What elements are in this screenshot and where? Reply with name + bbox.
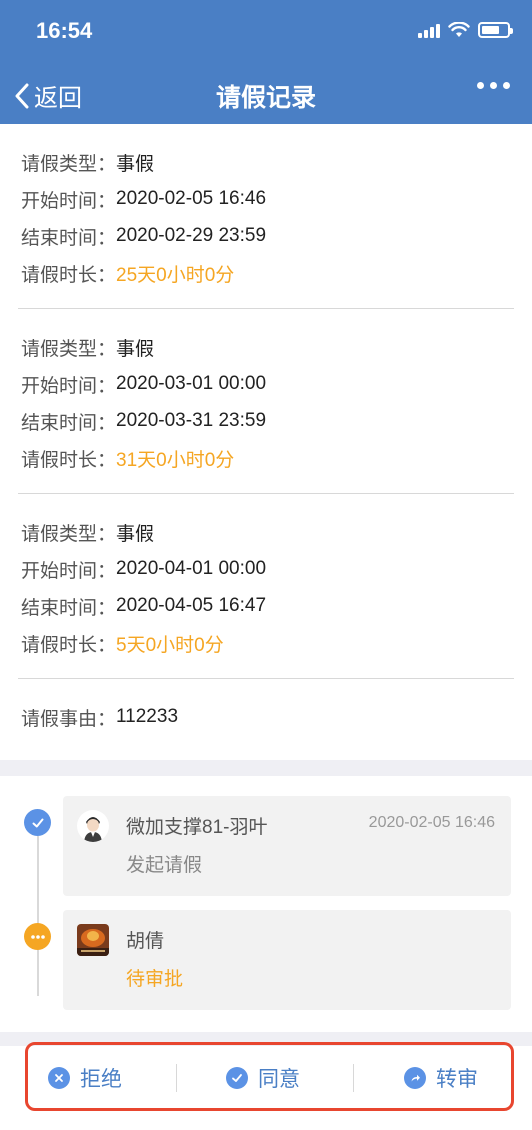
transfer-button[interactable]: 转审: [404, 1062, 478, 1094]
duration-row: 请假时长： 5天0小时0分: [21, 629, 224, 657]
reject-button[interactable]: 拒绝: [48, 1062, 122, 1094]
timeline-status: 待审批: [126, 969, 184, 990]
leave-record: 请假类型： 事假 开始时间： 2020-04-01 00:00 结束时间： 2020-…: [0, 494, 532, 679]
more-options-icon[interactable]: [477, 82, 510, 89]
duration-value: 5天0小时0分: [116, 634, 224, 656]
reason-row: 请假事由： 112233: [21, 703, 178, 731]
end-time-label: 结束时间：: [21, 597, 117, 619]
forward-icon: [404, 1067, 426, 1089]
leave-record: 请假类型： 事假 开始时间： 2020-03-01 00:00 结束时间： 2020-…: [0, 309, 532, 494]
start-time-row: 开始时间： 2020-03-01 00:00: [21, 370, 266, 398]
divider: [353, 1064, 354, 1092]
timeline-connector: [37, 836, 39, 996]
duration-value: 31天0小时0分: [116, 449, 235, 471]
end-time-value: 2020-03-31 23:59: [116, 410, 267, 431]
wifi-icon: [448, 22, 470, 37]
status-icons: [418, 22, 513, 38]
leave-type-row: 请假类型： 事假: [21, 148, 154, 176]
reason-label: 请假事由：: [21, 708, 117, 730]
start-time-row: 开始时间： 2020-02-05 16:46: [21, 185, 266, 213]
leave-type-row: 请假类型： 事假: [21, 518, 154, 546]
timeline-item: 微加支撑81-羽叶 2020-02-05 16:46 发起请假: [63, 796, 511, 896]
start-time-value: 2020-03-01 00:00: [116, 373, 267, 394]
start-time-label: 开始时间：: [21, 190, 117, 212]
status-bar: 16:54: [0, 0, 532, 62]
timeline-timestamp: 2020-02-05 16:46: [368, 814, 495, 831]
divider: [18, 678, 514, 679]
start-time-label: 开始时间：: [21, 560, 117, 582]
leave-type-row: 请假类型： 事假: [21, 333, 154, 361]
duration-label: 请假时长：: [21, 634, 117, 656]
end-time-label: 结束时间：: [21, 412, 117, 434]
app-header: 16:54 返回 请假记录: [0, 0, 532, 124]
leave-type-label: 请假类型：: [21, 153, 117, 175]
approver-name: 胡倩: [126, 931, 165, 952]
timeline-item: 胡倩 待审批: [63, 910, 511, 1010]
start-time-value: 2020-04-01 00:00: [116, 558, 267, 579]
end-time-label: 结束时间：: [21, 227, 117, 249]
reject-label: 拒绝: [80, 1068, 122, 1091]
cellular-signal-icon: [418, 22, 440, 38]
leave-type-label: 请假类型：: [21, 338, 117, 360]
leave-type-value: 事假: [116, 153, 155, 175]
leave-type-label: 请假类型：: [21, 523, 117, 545]
end-time-row: 结束时间： 2020-04-05 16:47: [21, 592, 266, 620]
approve-icon: [226, 1067, 248, 1089]
duration-value: 25天0小时0分: [116, 264, 235, 286]
end-time-value: 2020-02-29 23:59: [116, 225, 267, 246]
duration-row: 请假时长： 25天0小时0分: [21, 259, 234, 287]
end-time-row: 结束时间： 2020-02-29 23:59: [21, 222, 266, 250]
approval-timeline: 微加支撑81-羽叶 2020-02-05 16:46 发起请假 胡倩 待审批: [0, 776, 532, 1032]
divider: [176, 1064, 177, 1092]
end-time-value: 2020-04-05 16:47: [116, 595, 267, 616]
approve-button[interactable]: 同意: [226, 1062, 300, 1094]
duration-label: 请假时长：: [21, 264, 117, 286]
status-time: 16:54: [36, 18, 93, 43]
timeline-action: 发起请假: [126, 855, 203, 876]
leave-type-value: 事假: [116, 338, 155, 360]
start-time-row: 开始时间： 2020-04-01 00:00: [21, 555, 266, 583]
approver-name: 微加支撑81-羽叶: [126, 817, 268, 838]
nav-bar: 返回 请假记录: [0, 62, 532, 124]
end-time-row: 结束时间： 2020-03-31 23:59: [21, 407, 266, 435]
reject-icon: [48, 1067, 70, 1089]
approve-label: 同意: [258, 1068, 300, 1091]
avatar: [77, 924, 109, 956]
duration-label: 请假时长：: [21, 449, 117, 471]
pending-icon: [24, 923, 51, 950]
reason-value: 112233: [116, 706, 179, 727]
duration-row: 请假时长： 31天0小时0分: [21, 444, 234, 472]
check-icon: [24, 809, 51, 836]
battery-icon: [478, 22, 513, 38]
avatar: [77, 810, 109, 842]
leave-type-value: 事假: [116, 523, 155, 545]
page-title: 请假记录: [215, 84, 316, 112]
start-time-label: 开始时间：: [21, 375, 117, 397]
leave-details: 请假类型： 事假 开始时间： 2020-02-05 16:46 结束时间： 2020-…: [0, 124, 532, 760]
leave-record: 请假类型： 事假 开始时间： 2020-02-05 16:46 结束时间： 2020-…: [0, 124, 532, 309]
start-time-value: 2020-02-05 16:46: [116, 188, 267, 209]
transfer-label: 转审: [436, 1068, 478, 1091]
